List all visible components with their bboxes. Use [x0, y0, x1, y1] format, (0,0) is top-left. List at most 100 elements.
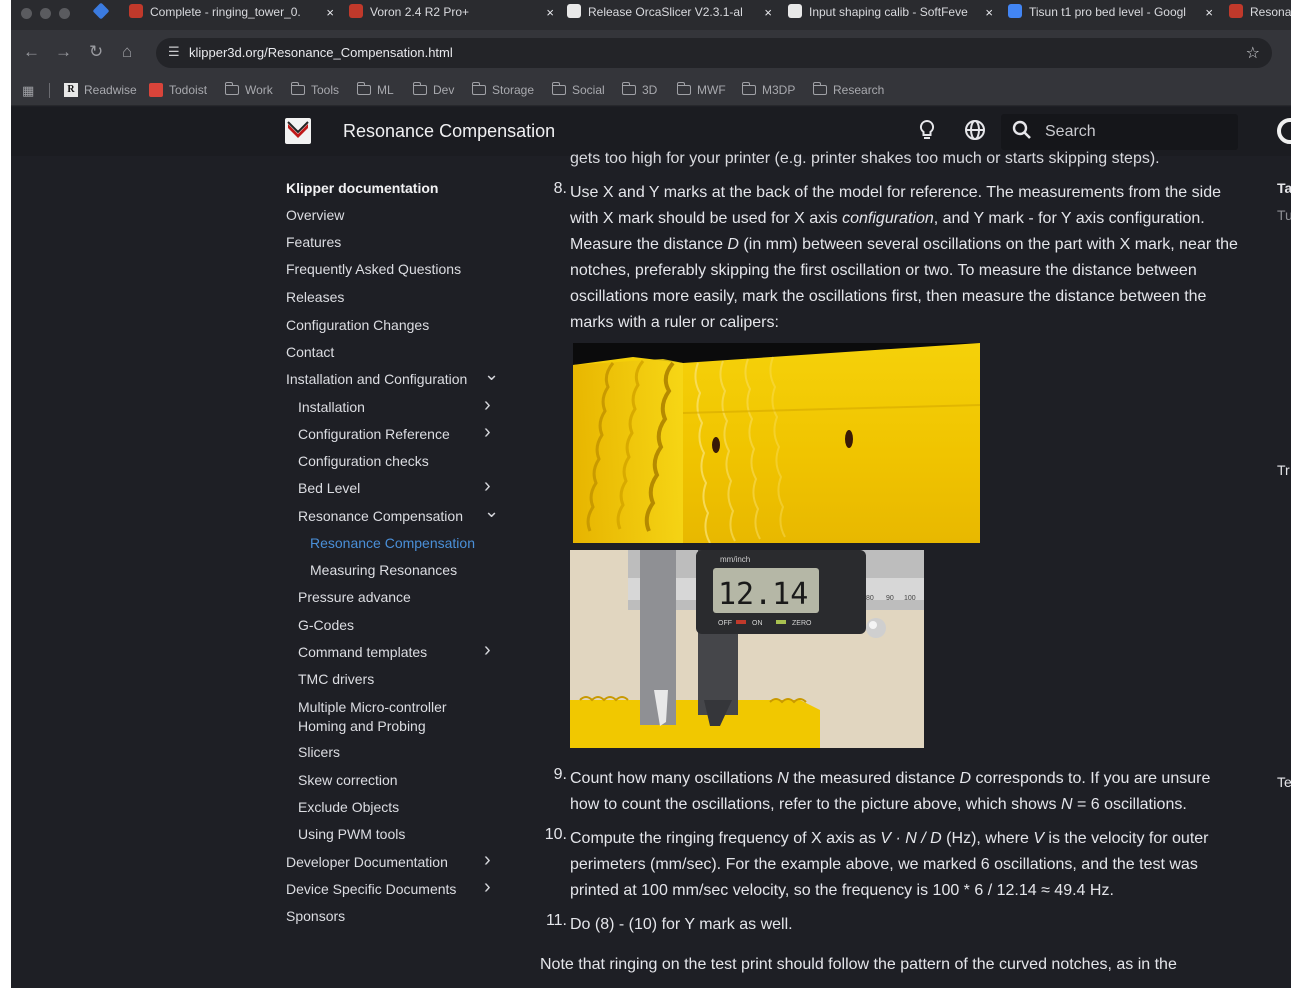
- folder-icon: [741, 82, 756, 95]
- address-bar[interactable]: ☰ klipper3d.org/Resonance_Compensation.h…: [156, 38, 1272, 68]
- chevron-right-icon[interactable]: ›: [484, 876, 491, 899]
- sidebar-item[interactable]: Multiple Micro-controller Homing and Pro…: [298, 698, 468, 736]
- tab-favicon-icon: [129, 4, 143, 18]
- step-number: 11.: [545, 912, 567, 929]
- apps-grid-icon[interactable]: ▦: [22, 83, 34, 99]
- sidebar-item[interactable]: Bed Level: [298, 479, 360, 498]
- sidebar-item[interactable]: Configuration Reference: [298, 425, 450, 444]
- folder-icon: [224, 82, 239, 95]
- sidebar-item[interactable]: Configuration checks: [298, 452, 429, 471]
- reload-icon[interactable]: ↻: [89, 42, 103, 62]
- scale-mark: 80: [866, 595, 874, 602]
- bookmark-item[interactable]: Todoist: [149, 83, 207, 97]
- bookmark-star-icon[interactable]: ☆: [1246, 43, 1260, 63]
- browser-tab[interactable]: Tisun t1 pro bed level - Googl ×: [1008, 0, 1213, 30]
- folder-icon: [621, 82, 636, 95]
- bookmark-item[interactable]: Tools: [290, 82, 339, 97]
- language-globe-icon[interactable]: [964, 119, 986, 147]
- sidebar-item[interactable]: Installation: [298, 398, 365, 417]
- sidebar-item[interactable]: Features: [286, 233, 341, 252]
- sidebar-item[interactable]: Releases: [286, 288, 344, 307]
- window-controls: [21, 8, 70, 19]
- sidebar-item[interactable]: Exclude Objects: [298, 798, 399, 817]
- toc-item[interactable]: Tu: [1277, 207, 1291, 223]
- page-title: Resonance Compensation: [343, 121, 556, 141]
- browser-tab[interactable]: Release OrcaSlicer V2.3.1-al ×: [567, 0, 772, 30]
- sidebar-item[interactable]: Pressure advance: [298, 588, 411, 607]
- sidebar-item[interactable]: Resonance Compensation: [310, 534, 475, 553]
- text-span: (Hz), where: [941, 830, 1034, 847]
- sidebar-item[interactable]: Device Specific Documents: [286, 880, 456, 899]
- tab-strip: Complete - ringing_tower_0. × Voron 2.4 R2…: [11, 0, 1291, 30]
- home-icon[interactable]: ⌂: [122, 42, 132, 62]
- bookmark-item[interactable]: Dev: [412, 82, 454, 97]
- sidebar-item[interactable]: Sponsors: [286, 907, 345, 926]
- bookmark-item[interactable]: M3DP: [741, 82, 796, 97]
- bookmark-label: M3DP: [762, 83, 796, 97]
- browser-tab[interactable]: Resona: [1229, 0, 1291, 30]
- chevron-right-icon[interactable]: ›: [484, 639, 491, 662]
- close-tab-icon[interactable]: ×: [1205, 5, 1213, 20]
- close-tab-icon[interactable]: ×: [764, 5, 772, 20]
- sidebar-item[interactable]: Developer Documentation: [286, 853, 448, 872]
- sidebar-item[interactable]: Installation and Configuration: [286, 370, 467, 389]
- pinned-tab-icon[interactable]: [92, 2, 110, 20]
- zoom-window-icon[interactable]: [59, 8, 70, 19]
- github-icon[interactable]: [1277, 118, 1291, 144]
- browser-tab[interactable]: Complete - ringing_tower_0. ×: [129, 0, 334, 30]
- toc-item[interactable]: Te: [1277, 774, 1291, 790]
- chevron-down-icon[interactable]: ⌄: [484, 501, 499, 522]
- sidebar-item[interactable]: Configuration Changes: [286, 316, 429, 335]
- sidebar-item[interactable]: Resonance Compensation: [298, 507, 463, 526]
- tab-title: Tisun t1 pro bed level - Googl: [1029, 5, 1186, 19]
- browser-tab[interactable]: Voron 2.4 R2 Pro+ ×: [349, 0, 554, 30]
- back-arrow-icon[interactable]: ←: [23, 42, 40, 62]
- tab-title: Complete - ringing_tower_0.: [150, 5, 301, 19]
- close-window-icon[interactable]: [21, 8, 32, 19]
- partial-paragraph: gets too high for your printer (e.g. pri…: [570, 150, 1160, 167]
- search-box[interactable]: Search: [1001, 114, 1238, 150]
- chevron-right-icon[interactable]: ›: [484, 475, 491, 498]
- caliper-reading: 12.14: [718, 577, 808, 612]
- close-tab-icon[interactable]: ×: [326, 5, 334, 20]
- url-text[interactable]: klipper3d.org/Resonance_Compensation.htm…: [189, 45, 453, 60]
- bookmark-item[interactable]: Storage: [471, 82, 534, 97]
- toc-item[interactable]: Tr: [1277, 462, 1290, 478]
- chevron-right-icon[interactable]: ›: [484, 849, 491, 872]
- sidebar-item[interactable]: TMC drivers: [298, 670, 374, 689]
- folder-icon: [290, 82, 305, 95]
- step-text: Compute the ringing frequency of X axis …: [570, 826, 1240, 904]
- sidebar-item[interactable]: Contact: [286, 343, 334, 362]
- bookmark-item[interactable]: 3D: [621, 82, 657, 97]
- bookmark-item[interactable]: ML: [356, 82, 394, 97]
- browser-tab[interactable]: Input shaping calib - SoftFeve ×: [788, 0, 993, 30]
- search-placeholder: Search: [1045, 123, 1096, 140]
- sidebar-item[interactable]: Overview: [286, 206, 344, 225]
- text-span: Compute the ringing frequency of X axis …: [570, 830, 881, 847]
- bookmark-item[interactable]: R Readwise: [64, 83, 137, 97]
- bookmark-item[interactable]: Work: [224, 82, 273, 97]
- sidebar-item[interactable]: G-Codes: [298, 616, 354, 635]
- chevron-down-icon[interactable]: ⌄: [484, 364, 499, 385]
- chevron-right-icon[interactable]: ›: [484, 394, 491, 417]
- sidebar-item[interactable]: Using PWM tools: [298, 825, 405, 844]
- todoist-icon: [149, 83, 163, 97]
- readwise-icon: R: [64, 83, 78, 97]
- close-tab-icon[interactable]: ×: [985, 5, 993, 20]
- bookmark-item[interactable]: Social: [551, 82, 605, 97]
- site-info-icon[interactable]: ☰: [168, 44, 180, 60]
- chevron-right-icon[interactable]: ›: [484, 421, 491, 444]
- minimize-window-icon[interactable]: [40, 8, 51, 19]
- bookmark-item[interactable]: MWF: [676, 82, 726, 97]
- sidebar-item[interactable]: Command templates: [298, 643, 427, 662]
- close-tab-icon[interactable]: ×: [546, 5, 554, 20]
- sidebar-item[interactable]: Slicers: [298, 743, 340, 762]
- klipper-logo[interactable]: [285, 118, 311, 144]
- step-number: 10.: [544, 826, 567, 843]
- bookmark-item[interactable]: Research: [812, 82, 884, 97]
- sidebar-item[interactable]: Skew correction: [298, 771, 398, 790]
- sidebar-item[interactable]: Measuring Resonances: [310, 561, 457, 580]
- theme-toggle-icon[interactable]: [917, 119, 937, 147]
- forward-arrow-icon[interactable]: →: [55, 42, 72, 62]
- sidebar-item[interactable]: Frequently Asked Questions: [286, 260, 461, 279]
